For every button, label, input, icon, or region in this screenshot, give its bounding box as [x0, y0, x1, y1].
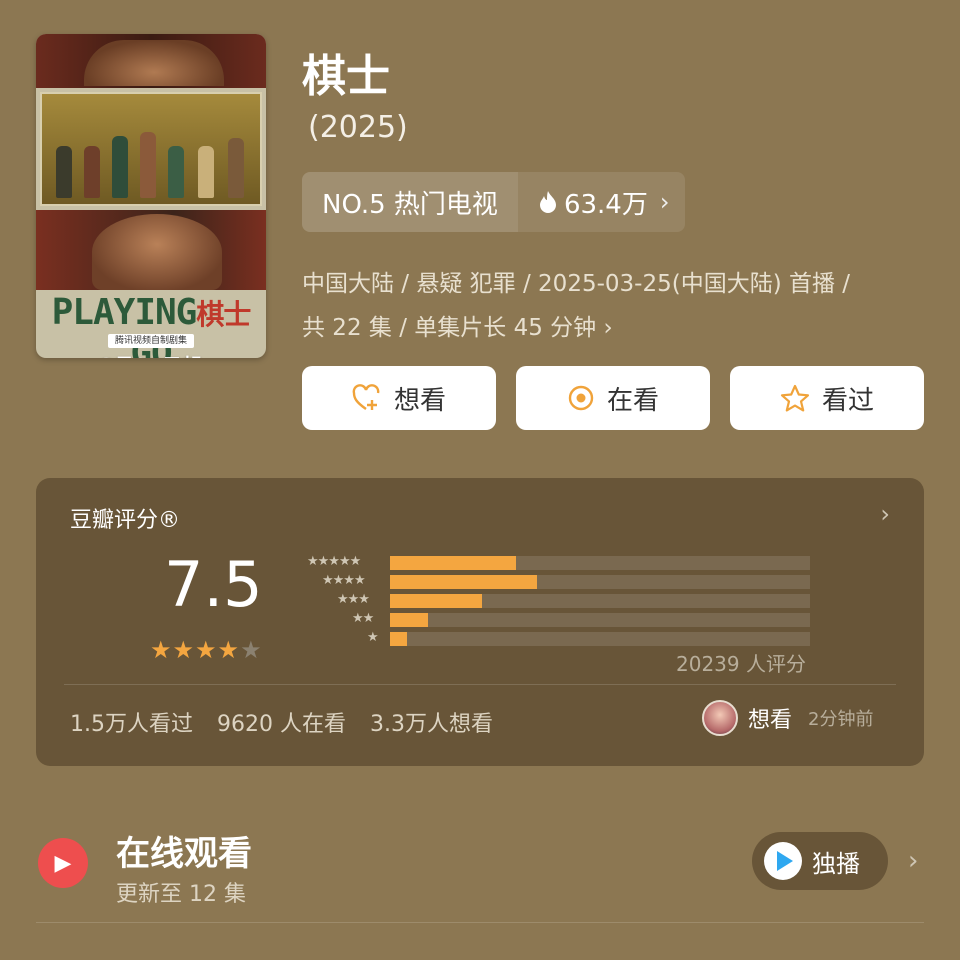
distribution-track [390, 594, 810, 608]
stat-watched: 1.5万人看过 [70, 712, 193, 737]
distribution-row: ★★★ [296, 592, 816, 610]
watching-label: 在看 [606, 385, 659, 416]
distribution-bar [390, 613, 428, 627]
distribution-bar [390, 632, 407, 646]
heat-section: 63.4万 › [517, 172, 686, 232]
distribution-stars-label: ★★ [352, 611, 374, 626]
episode-update: 更新至 12 集 [116, 882, 246, 907]
meta-line: 共 22 集 / 单集片长 45 分钟 › [302, 315, 613, 341]
distribution-track [390, 575, 810, 589]
poster-figure [56, 146, 72, 198]
poster-tag: 腾讯视频自制剧集 [108, 334, 194, 348]
page-title: 棋士 [302, 51, 390, 102]
watched-label: 看过 [821, 385, 874, 416]
distribution-bar [390, 575, 537, 589]
stat-watching: 9620 人在看 [217, 712, 346, 737]
platform-label: 独播 [812, 849, 860, 878]
friend-action: 想看 [748, 708, 793, 733]
poster-group-photo [40, 92, 262, 206]
rating-count: 20239 人评分 [676, 652, 806, 676]
rank-label: NO.5 热门电视 [302, 172, 518, 232]
rating-score: 7.5 [164, 548, 263, 621]
distribution-stars-label: ★★★★★ [307, 554, 361, 569]
watched-button[interactable]: 看过 [730, 366, 924, 430]
chevron-right-icon: › [659, 188, 670, 216]
friend-activity[interactable]: 想看 2分钟前 [702, 700, 873, 736]
heart-plus-icon [352, 384, 380, 410]
watching-button[interactable]: 在看 [516, 366, 710, 430]
poster-figure [198, 146, 214, 198]
distribution-row: ★ [296, 630, 816, 648]
star-filled-icon: ★ [195, 636, 218, 664]
chevron-right-icon[interactable]: › [908, 846, 918, 876]
distribution-row: ★★★★★ [296, 554, 816, 572]
poster-figure [168, 146, 184, 198]
target-icon [568, 385, 594, 411]
star-filled-icon: ★ [217, 636, 241, 664]
avatar[interactable] [702, 700, 738, 736]
tencent-video-icon [764, 842, 802, 880]
rating-card[interactable]: 豆瓣评分® › 7.5 ★★★★★ ★★★★★ ★★★★ ★★★ ★★ ★ 20239 … [36, 478, 924, 766]
rating-distribution: ★★★★★ ★★★★ ★★★ ★★ ★ [296, 554, 816, 649]
star-empty-icon: ★ [240, 636, 263, 664]
release-year: (2025) [308, 110, 408, 145]
meta-info[interactable]: 中国大陆 / 悬疑 犯罪 / 2025-03-25(中国大陆) 首播 / 共 2… [302, 262, 932, 350]
friend-time: 2分钟前 [808, 709, 874, 730]
distribution-row: ★★ [296, 611, 816, 629]
platform-button[interactable]: 独播 [752, 832, 888, 890]
heat-value: 63.4万 [563, 189, 648, 220]
online-watch-title[interactable]: 在线观看 [116, 826, 252, 875]
distribution-track [390, 556, 810, 570]
rank-badge[interactable]: NO.5 热门电视 63.4万 › [302, 172, 686, 232]
distribution-bar [390, 594, 483, 608]
distribution-track [390, 613, 810, 627]
rating-source-label: 豆瓣评分® [70, 508, 181, 533]
poster-face-top [84, 40, 224, 86]
distribution-stars-label: ★ [367, 630, 379, 645]
distribution-row: ★★★★ [296, 573, 816, 591]
chevron-right-icon: › [603, 315, 613, 341]
star-filled-icon: ★ [172, 636, 196, 664]
distribution-stars-label: ★★★ [337, 592, 370, 607]
poster-figure [84, 146, 100, 198]
distribution-bar [390, 556, 516, 570]
play-icon[interactable]: ▶ [38, 838, 88, 888]
watch-stats: 1.5万人看过 9620 人在看 3.3万人想看 [70, 706, 493, 738]
distribution-track [390, 632, 810, 646]
poster-title: PLAYING棋士GO [51, 292, 252, 358]
rating-stars: ★★★★★ [150, 636, 263, 664]
want-to-watch-button[interactable]: 想看 [302, 366, 496, 430]
want-to-watch-label: 想看 [393, 385, 446, 416]
star-outline-icon [780, 384, 810, 412]
divider [64, 684, 896, 685]
star-filled-icon: ★ [150, 636, 173, 664]
poster-image[interactable]: PLAYING棋士GO 腾讯视频自制剧集 3月25日起 [36, 34, 266, 358]
chevron-right-icon[interactable]: › [880, 500, 890, 528]
stat-want: 3.3万人想看 [369, 712, 493, 737]
divider [36, 922, 924, 923]
poster-figure [228, 138, 244, 198]
flame-icon [539, 191, 556, 213]
poster-date: 3月25日起 [36, 350, 266, 358]
meta-line: 中国大陆 / 悬疑 犯罪 / 2025-03-25(中国大陆) 首播 / [302, 271, 851, 297]
poster-figure [112, 136, 128, 198]
distribution-stars-label: ★★★★ [322, 573, 366, 588]
poster-face-bottom [92, 214, 222, 290]
poster-figure [140, 132, 156, 198]
